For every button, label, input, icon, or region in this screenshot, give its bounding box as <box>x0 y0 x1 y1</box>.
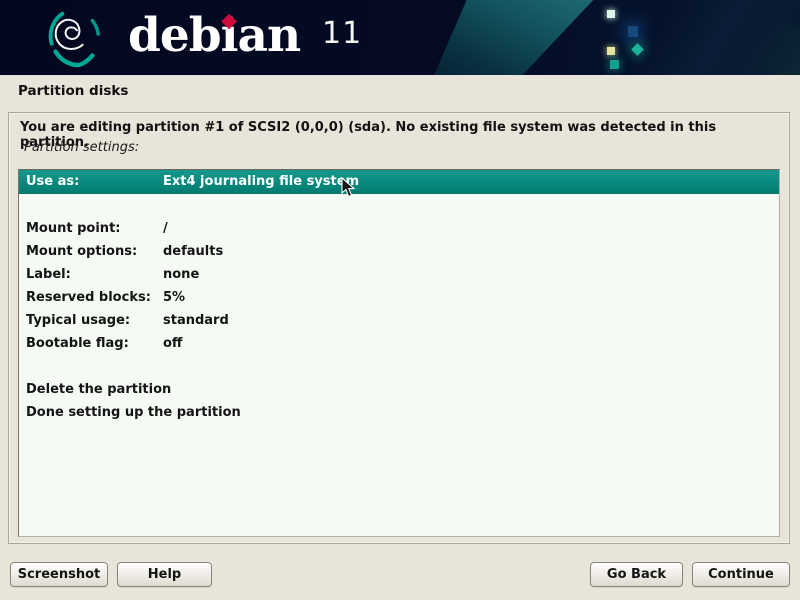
content-frame: You are editing partition #1 of SCSI2 (0… <box>8 112 790 544</box>
banner-art-square <box>610 60 619 69</box>
settings-row-label: Done setting up the partition <box>19 405 163 420</box>
installer-banner: debian 11 <box>0 0 800 75</box>
settings-row-label: Reserved blocks: <box>19 290 163 305</box>
wordmark-an: an <box>238 8 301 63</box>
settings-row-spacer <box>19 355 779 378</box>
settings-row-label: Delete the partition <box>19 382 163 397</box>
settings-row[interactable]: Typical usage:standard <box>19 309 779 332</box>
help-button[interactable]: Help <box>117 562 212 587</box>
mouse-cursor-icon <box>341 177 356 198</box>
settings-row-label: Use as: <box>19 174 163 189</box>
settings-row-spacer <box>19 194 779 217</box>
banner-art-square <box>607 10 615 18</box>
settings-row[interactable]: Mount point:/ <box>19 217 779 240</box>
settings-row-value: standard <box>163 313 229 328</box>
partition-settings-caption: Partition settings: <box>24 140 139 155</box>
settings-row[interactable]: Delete the partition <box>19 378 779 401</box>
settings-row-label: Typical usage: <box>19 313 163 328</box>
settings-row-value: none <box>163 267 199 282</box>
settings-row-value: / <box>163 221 168 236</box>
settings-row[interactable]: Mount options:defaults <box>19 240 779 263</box>
debian-wordmark: debian <box>128 0 300 72</box>
settings-row[interactable]: Reserved blocks:5% <box>19 286 779 309</box>
continue-button[interactable]: Continue <box>692 562 790 587</box>
settings-row[interactable]: Use as:Ext4 journaling file system <box>19 170 779 194</box>
banner-art-square <box>607 47 615 55</box>
debian-version: 11 <box>322 16 362 51</box>
banner-art-square <box>628 26 638 37</box>
debian-swirl-icon <box>42 6 104 70</box>
wordmark-i: i <box>221 0 238 72</box>
go-back-button[interactable]: Go Back <box>590 562 683 587</box>
partition-settings-list[interactable]: Use as:Ext4 journaling file system Mount … <box>18 169 780 537</box>
settings-row-label: Label: <box>19 267 163 282</box>
settings-row[interactable]: Bootable flag:off <box>19 332 779 355</box>
settings-row-label: Bootable flag: <box>19 336 163 351</box>
settings-row-value: defaults <box>163 244 223 259</box>
settings-row-value: off <box>163 336 182 351</box>
settings-row-label: Mount point: <box>19 221 163 236</box>
wordmark-deb: deb <box>128 8 221 63</box>
banner-art-teal-band <box>432 0 597 75</box>
settings-row-label: Mount options: <box>19 244 163 259</box>
settings-row[interactable]: Label:none <box>19 263 779 286</box>
page-title: Partition disks <box>18 83 128 99</box>
settings-row[interactable]: Done setting up the partition <box>19 401 779 424</box>
settings-row-value: 5% <box>163 290 185 305</box>
settings-row-value: Ext4 journaling file system <box>163 174 359 189</box>
screenshot-button[interactable]: Screenshot <box>10 562 108 587</box>
